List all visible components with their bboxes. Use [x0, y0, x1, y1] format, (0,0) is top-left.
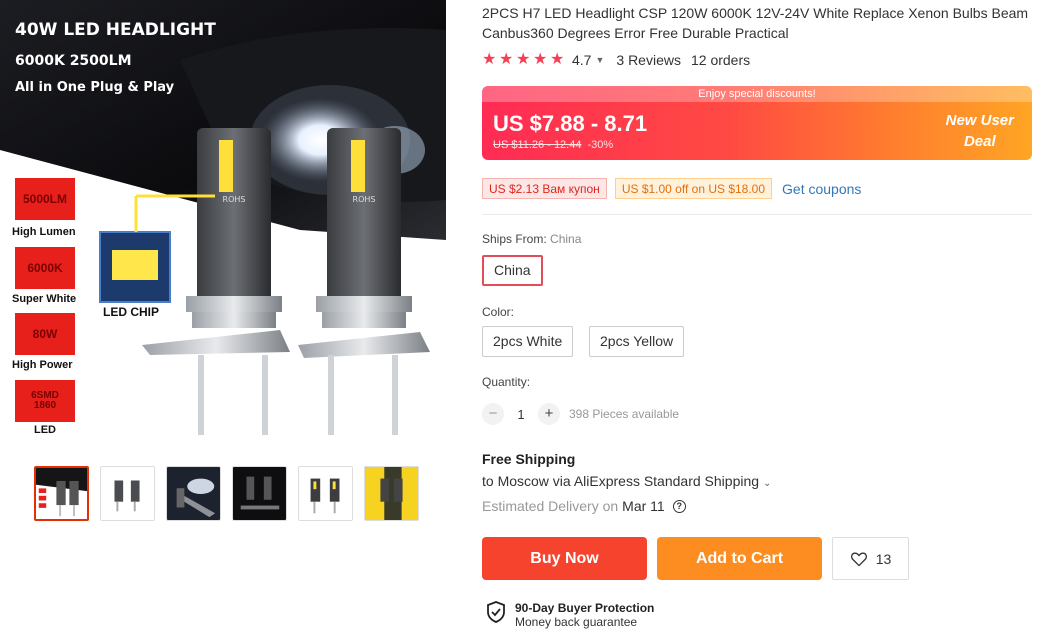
buyer-protection[interactable]: 90-Day Buyer Protection Money back guara…: [486, 601, 654, 629]
orders-count: 12 orders: [690, 52, 751, 68]
get-coupons-link[interactable]: Get coupons: [782, 181, 861, 197]
wishlist-button[interactable]: 13: [832, 537, 909, 580]
spec-badge: 80W: [15, 313, 75, 355]
rating-row: ★ ★ ★ ★ ★ 4.7 ▼ 3 Reviews 12 orders: [482, 52, 751, 69]
thumbnail[interactable]: [100, 466, 155, 521]
wishlist-count: 13: [875, 550, 892, 567]
chevron-down-icon[interactable]: ▼: [595, 55, 604, 65]
spec-label: High Power: [12, 359, 73, 371]
shield-check-icon: [487, 601, 505, 623]
estimated-label: Estimated Delivery on: [482, 498, 619, 514]
color-label: Color:: [482, 305, 515, 319]
image-spec-line: 6000K 2500LM: [15, 53, 132, 69]
promo-strip: Enjoy special discounts!: [482, 86, 1032, 102]
star-icon: ★: [499, 51, 514, 68]
spec-badge: 5000LM: [15, 178, 75, 220]
pieces-available: 398 Pieces available: [569, 407, 680, 421]
coupons-row: US $2.13 Вам купон US $1.00 off on US $1…: [482, 178, 861, 199]
help-icon[interactable]: ?: [672, 499, 686, 513]
color-option-white[interactable]: 2pcs White: [482, 326, 574, 357]
image-tagline: All in One Plug & Play: [15, 80, 175, 95]
price-banner: Enjoy special discounts! US $7.88 - 8.71…: [482, 86, 1032, 160]
spec-badge: 6000K: [15, 247, 75, 289]
thumbnail[interactable]: [34, 466, 89, 521]
color-option-yellow[interactable]: 2pcs Yellow: [589, 326, 685, 357]
shipping-method[interactable]: to Moscow via AliExpress Standard Shippi…: [482, 473, 771, 489]
buy-now-button[interactable]: Buy Now: [482, 537, 647, 580]
thumbnail-strip: [34, 466, 419, 521]
main-product-image[interactable]: ROHS ROHS 40W LED HEADLIGHT 6000K 2500LM…: [0, 0, 446, 446]
chevron-down-icon[interactable]: ⌄: [763, 478, 771, 489]
star-icon: ★: [516, 51, 531, 68]
rating-value[interactable]: 4.7: [572, 52, 591, 68]
chip-label: LED CHIP: [103, 305, 160, 319]
ships-from-option-china[interactable]: China: [482, 255, 543, 286]
ships-from-value: China: [550, 232, 582, 246]
spec-badge: 6SMD 1860: [15, 380, 75, 422]
bulb-label-left: ROHS: [223, 195, 246, 204]
protection-subtitle: Money back guarantee: [515, 615, 638, 629]
estimated-delivery: Estimated Delivery on Mar 11 ?: [482, 498, 686, 514]
quantity-input[interactable]: 1: [504, 407, 538, 422]
spec-label: LED: [34, 424, 56, 436]
thumbnail[interactable]: [298, 466, 353, 521]
quantity-stepper: − 1 + 398 Pieces available: [482, 403, 679, 425]
star-icon: ★: [533, 51, 548, 68]
current-price: US $7.88 - 8.71: [493, 111, 648, 136]
reviews-link[interactable]: 3 Reviews: [616, 52, 681, 68]
product-page: ROHS ROHS 40W LED HEADLIGHT 6000K 2500LM…: [0, 0, 1042, 629]
deal-line: Deal: [963, 133, 996, 150]
product-title: 2PCS H7 LED Headlight CSP 120W 6000K 12V…: [482, 5, 1029, 41]
free-shipping-title: Free Shipping: [482, 451, 576, 467]
quantity-label: Quantity:: [482, 375, 531, 389]
estimated-date: Mar 11: [622, 498, 665, 514]
original-price-row: US $11.26 - 12.44 -30%: [493, 139, 613, 151]
thumbnail[interactable]: [166, 466, 221, 521]
thumbnail[interactable]: [232, 466, 287, 521]
discount-percent: -30%: [587, 139, 614, 151]
star-icon: ★: [482, 51, 497, 68]
new-user-line: New User: [945, 112, 1014, 129]
divider: [482, 214, 1032, 215]
new-user-deal-badge[interactable]: New User Deal: [946, 110, 1014, 152]
star-rating: ★ ★ ★ ★ ★: [482, 52, 566, 68]
quantity-minus-button[interactable]: −: [482, 403, 504, 425]
coupon-badge[interactable]: US $2.13 Вам купон: [482, 178, 607, 199]
original-price: US $11.26 - 12.44: [493, 139, 582, 151]
ships-from-label: Ships From: China: [482, 232, 581, 246]
spec-label: Super White: [12, 293, 77, 305]
shipping-route: to Moscow via AliExpress Standard Shippi…: [482, 473, 760, 489]
quantity-plus-button[interactable]: +: [538, 403, 560, 425]
spec-label: High Lumen: [12, 226, 76, 238]
protection-title: 90-Day Buyer Protection: [515, 601, 655, 615]
add-to-cart-button[interactable]: Add to Cart: [657, 537, 822, 580]
bulb-label-right: ROHS: [353, 195, 376, 204]
star-icon: ★: [550, 51, 565, 68]
coupon-badge[interactable]: US $1.00 off on US $18.00: [614, 178, 773, 199]
ships-from-title: Ships From:: [482, 232, 547, 246]
heart-icon: [850, 552, 867, 566]
thumbnail[interactable]: [364, 466, 419, 521]
image-headline: 40W LED HEADLIGHT: [15, 20, 216, 40]
